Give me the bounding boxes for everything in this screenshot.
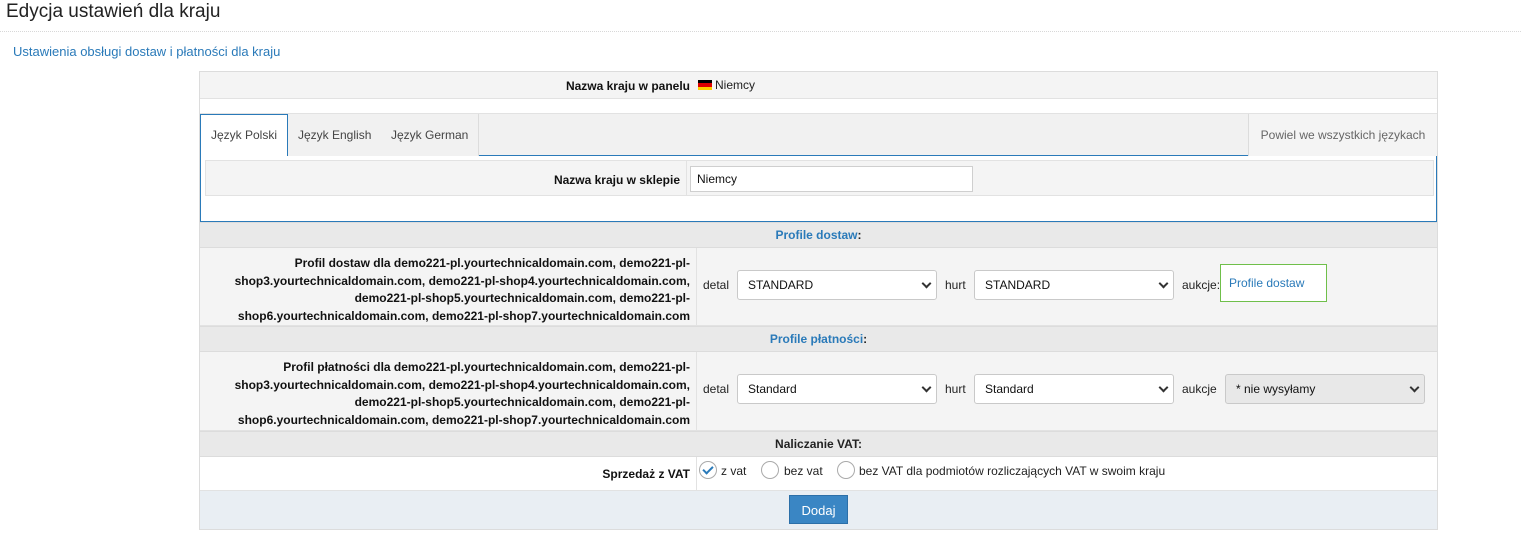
action-row: Dodaj <box>200 491 1437 529</box>
payment-section-header: Profile płatności: <box>200 326 1437 352</box>
delivery-detal-label: detal <box>703 278 730 292</box>
tab-german[interactable]: Język German <box>381 114 480 156</box>
payment-hurt-select[interactable]: Standard <box>974 374 1174 404</box>
payment-label-line: Profil płatności dla demo221-pl.yourtech… <box>283 360 690 374</box>
settings-link[interactable]: Ustawienia obsługi dostaw i płatności dl… <box>13 44 280 60</box>
germany-flag-icon <box>698 80 712 90</box>
vat-option-label: bez VAT dla podmiotów rozliczających VAT… <box>859 464 1166 478</box>
delivery-section-title[interactable]: Profile dostaw <box>775 228 857 242</box>
delivery-label-line: demo221-pl-shop5.yourtechnicaldomain.com… <box>354 291 690 305</box>
payment-label-line: shop3.yourtechnicaldomain.com, demo221-p… <box>234 377 690 392</box>
payment-profile-row: Profil płatności dla demo221-pl.yourtech… <box>200 352 1437 431</box>
payment-label-line: shop6.yourtechnicaldomain.com, demo221-p… <box>237 412 690 427</box>
payment-section-colon: : <box>863 332 868 346</box>
payment-hurt-label: hurt <box>945 382 966 396</box>
submit-button[interactable]: Dodaj <box>789 495 848 524</box>
delivery-detal-value: STANDARD <box>748 278 814 292</box>
vat-row: Sprzedaż z VAT z vat bez vat bez VAT dla… <box>200 457 1437 491</box>
chevron-down-icon <box>1158 382 1169 393</box>
shop-name-row: Nazwa kraju w sklepie <box>205 160 1434 196</box>
title-divider <box>0 31 1521 32</box>
tab-polish[interactable]: Język Polski <box>200 114 289 157</box>
payment-profile-label: Profil płatności dla demo221-pl.yourtech… <box>200 359 690 429</box>
vat-section-header: Naliczanie VAT: <box>200 431 1437 457</box>
vat-radio-z-vat[interactable] <box>699 461 717 479</box>
spacer-row <box>200 99 1437 114</box>
delivery-aukcje-label: aukcje: <box>1182 278 1221 292</box>
settings-panel: Nazwa kraju w panelu Niemcy Język Polski… <box>199 71 1438 530</box>
divider <box>686 161 687 195</box>
vat-radio-bez-vat-podmioty[interactable] <box>837 461 855 479</box>
payment-aukcje-value: * nie wysyłamy <box>1236 382 1316 396</box>
delivery-label-line: shop6.yourtechnicaldomain.com, demo221-p… <box>237 308 690 323</box>
vat-radio-bez-vat[interactable] <box>761 461 779 479</box>
chevron-down-icon <box>921 382 932 393</box>
payment-aukcje-label: aukcje <box>1182 382 1217 396</box>
shop-name-input[interactable] <box>690 166 973 192</box>
payment-detal-value: Standard <box>748 382 797 396</box>
tab-bar: Język Polski Język English Język German … <box>200 114 1437 157</box>
language-tabs: Język Polski Język English Język German … <box>200 114 1437 222</box>
payment-aukcje-select[interactable]: * nie wysyłamy <box>1225 374 1425 404</box>
payment-detal-select[interactable]: Standard <box>737 374 937 404</box>
payment-section-title[interactable]: Profile płatności <box>770 332 863 346</box>
vat-option-label: bez vat <box>784 464 823 478</box>
delivery-label-line: Profil dostaw dla demo221-pl.yourtechnic… <box>294 256 690 270</box>
payment-detal-label: detal <box>703 382 730 396</box>
delivery-profile-row: Profil dostaw dla demo221-pl.yourtechnic… <box>200 248 1437 326</box>
chevron-down-icon <box>1409 382 1420 393</box>
divider <box>696 457 697 490</box>
delivery-detal-select[interactable]: STANDARD <box>737 270 937 300</box>
country-name-value: Niemcy <box>715 78 756 92</box>
delivery-label-line: shop3.yourtechnicaldomain.com, demo221-p… <box>234 273 690 288</box>
page-title: Edycja ustawień dla kraju <box>6 1 221 22</box>
divider <box>696 248 697 325</box>
shop-name-label: Nazwa kraju w sklepie <box>553 173 680 187</box>
delivery-section-header: Profile dostaw: <box>200 222 1437 248</box>
delivery-hurt-select[interactable]: STANDARD <box>974 270 1174 300</box>
vat-option-label: z vat <box>721 464 747 478</box>
delivery-hurt-label: hurt <box>945 278 966 292</box>
chevron-down-icon <box>1158 278 1169 289</box>
delivery-profile-label: Profil dostaw dla demo221-pl.yourtechnic… <box>200 255 690 325</box>
tab-english[interactable]: Język English <box>288 114 383 156</box>
repeat-all-languages-button[interactable]: Powiel we wszystkich językach <box>1248 114 1437 156</box>
country-name-label: Nazwa kraju w panelu <box>565 79 690 93</box>
country-name-value-wrap: Niemcy <box>698 78 755 92</box>
vat-label: Sprzedaż z VAT <box>602 467 690 481</box>
tab-content: Nazwa kraju w sklepie <box>200 156 1437 222</box>
payment-hurt-value: Standard <box>985 382 1034 396</box>
country-name-row: Nazwa kraju w panelu Niemcy <box>200 72 1437 99</box>
delivery-profiles-link[interactable]: Profile dostaw <box>1220 264 1327 302</box>
delivery-hurt-value: STANDARD <box>985 278 1051 292</box>
delivery-section-colon: : <box>857 228 862 242</box>
payment-label-line: demo221-pl-shop5.yourtechnicaldomain.com… <box>354 395 690 409</box>
chevron-down-icon <box>921 278 932 289</box>
divider <box>696 352 697 430</box>
